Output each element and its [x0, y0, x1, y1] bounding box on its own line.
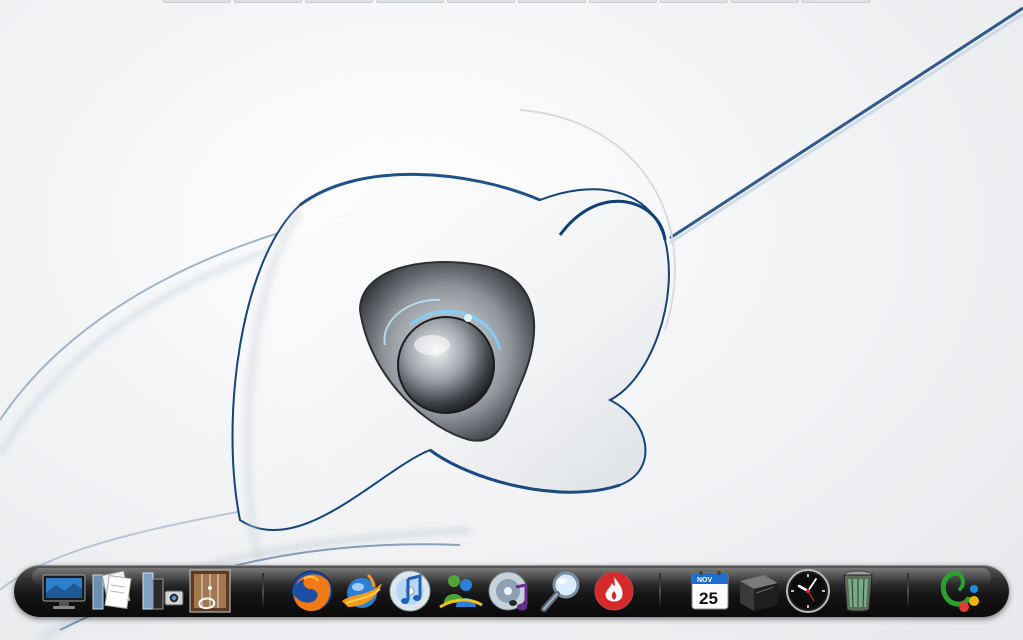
dock-item-stack[interactable]: [734, 565, 782, 617]
dock-item-documents[interactable]: [88, 565, 136, 617]
top-menu-strip: [163, 0, 870, 3]
top-strip-tab[interactable]: [518, 0, 586, 3]
dock-item-search[interactable]: [538, 565, 586, 617]
top-strip-tab[interactable]: [163, 0, 231, 3]
dock-separator: [907, 573, 909, 611]
dock-separator: [659, 573, 661, 611]
top-strip-tab[interactable]: [305, 0, 373, 3]
top-strip-tab[interactable]: [731, 0, 799, 3]
dock-item-media[interactable]: [186, 565, 234, 617]
top-strip-tab[interactable]: [234, 0, 302, 3]
calendar-day-label: 25: [699, 589, 718, 608]
dock-separator: [262, 573, 264, 611]
fire-orb-browser-icon: [342, 573, 382, 608]
colorful-logo-icon: [940, 570, 979, 612]
dock-item-music-disc[interactable]: [486, 565, 534, 617]
documents-stack-icon: [92, 570, 132, 610]
top-strip-tab[interactable]: [589, 0, 657, 3]
dock-item-itunes[interactable]: [386, 565, 434, 617]
desktop: NOV 25: [0, 0, 1023, 640]
dock-item-firefox[interactable]: [288, 565, 336, 617]
dock-item-browser[interactable]: [338, 565, 386, 617]
phone-camera-icon: [142, 572, 184, 610]
top-strip-tab[interactable]: [660, 0, 728, 3]
dock-item-clock[interactable]: [784, 565, 832, 617]
dock-item-launcher[interactable]: [934, 565, 982, 617]
magnifier-icon: [541, 571, 580, 612]
flame-icon: [594, 571, 634, 611]
dock-item-burner[interactable]: [590, 565, 638, 617]
dock-item-trash[interactable]: [834, 565, 882, 617]
trash-bin-icon: [843, 570, 873, 612]
music-disc-icon: [488, 571, 528, 611]
dock-item-calendar[interactable]: NOV 25: [686, 565, 734, 617]
calendar-icon: NOV 25: [691, 571, 729, 610]
messenger-people-icon: [439, 575, 483, 609]
dock-item-messenger[interactable]: [436, 565, 484, 617]
top-strip-tab[interactable]: [447, 0, 515, 3]
top-strip-tab[interactable]: [376, 0, 444, 3]
dark-box-icon: [740, 575, 778, 611]
firefox-icon: [291, 570, 333, 612]
monitor-icon: [42, 574, 86, 609]
music-note-cd-icon: [389, 570, 431, 612]
wallpaper: [0, 6, 1023, 640]
top-strip-tab[interactable]: [802, 0, 870, 3]
dock-item-applications[interactable]: [138, 565, 186, 617]
calendar-month-label: NOV: [697, 577, 713, 584]
dock-item-desktop-display[interactable]: [40, 565, 88, 617]
clock-icon: [786, 569, 830, 613]
media-player-icon: [189, 569, 231, 613]
